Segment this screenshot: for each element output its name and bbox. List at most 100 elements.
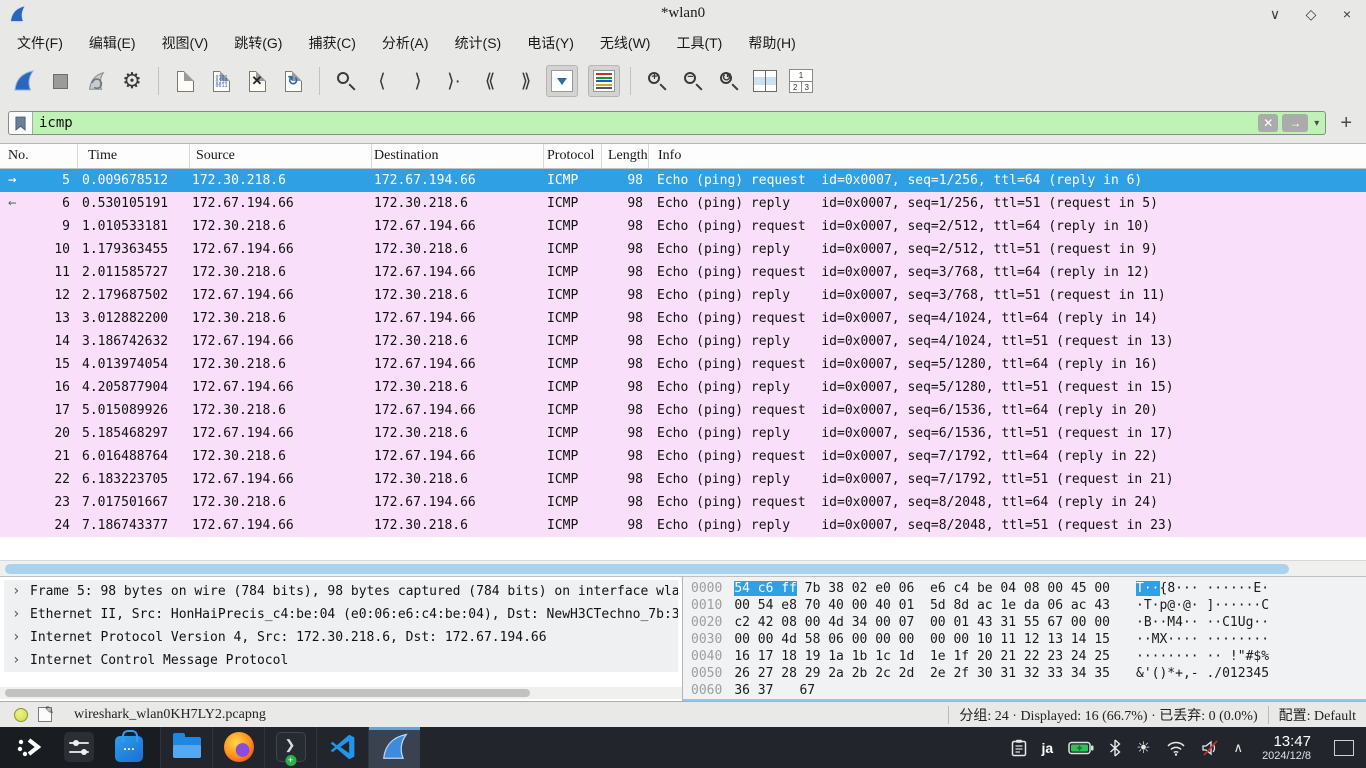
zoom-in-button[interactable]: + [641, 65, 673, 97]
column-info[interactable]: Info [649, 144, 1366, 168]
packet-row[interactable]: 175.015089926172.30.218.6 172.67.194.66I… [0, 399, 1366, 422]
open-file-button[interactable] [169, 65, 201, 97]
start-capture-button[interactable] [8, 65, 40, 97]
menu-item[interactable]: 文件(F) [4, 29, 76, 57]
filter-bookmark-button[interactable] [9, 112, 33, 134]
hex-dump-row[interactable]: 003000 00 4d 58 06 00 00 00 00 00 10 11 … [683, 631, 1366, 648]
packet-row[interactable]: 122.179687502172.67.194.66 172.30.218.6I… [0, 284, 1366, 307]
expand-arrow-icon[interactable]: › [12, 603, 20, 626]
column-no[interactable]: No. [0, 144, 78, 168]
detail-tree-row[interactable]: ›Frame 5: 98 bytes on wire (784 bits), 9… [4, 580, 678, 603]
menu-item[interactable]: 统计(S) [442, 29, 515, 57]
save-file-button[interactable]: 010101100011 [205, 65, 237, 97]
packet-row[interactable]: 112.011585727172.30.218.6 172.67.194.66I… [0, 261, 1366, 284]
go-back-button[interactable]: ⟨ [366, 65, 398, 97]
battery-icon[interactable] [1068, 741, 1094, 755]
column-source[interactable]: Source [190, 144, 372, 168]
display-filter-input[interactable] [33, 112, 1258, 134]
packet-row[interactable]: 133.012882200172.30.218.6 172.67.194.66I… [0, 307, 1366, 330]
vscode-taskbar-item[interactable] [316, 727, 368, 768]
column-destination[interactable]: Destination [372, 144, 544, 168]
minimize-button[interactable]: ∨ [1266, 6, 1284, 23]
column-length[interactable]: Length [602, 144, 649, 168]
packet-row[interactable]: 101.179363455172.67.194.66 172.30.218.6I… [0, 238, 1366, 261]
expert-info-icon[interactable] [14, 708, 28, 722]
hex-dump-row[interactable]: 005026 27 28 29 2a 2b 2c 2d 2e 2f 30 31 … [683, 665, 1366, 682]
wifi-icon[interactable] [1166, 740, 1186, 756]
packet-row[interactable]: 91.010533181172.30.218.6 172.67.194.66IC… [0, 215, 1366, 238]
filter-apply-button[interactable]: → [1282, 114, 1308, 132]
maximize-button[interactable]: ◇ [1302, 6, 1320, 23]
detail-tree-row[interactable]: ›Internet Protocol Version 4, Src: 172.3… [4, 626, 678, 649]
column-protocol[interactable]: Protocol [544, 144, 602, 168]
brightness-icon[interactable]: ☀ [1136, 738, 1150, 758]
clock[interactable]: 13:47 2024/12/8 [1262, 734, 1311, 763]
packet-row[interactable]: 205.185468297172.67.194.66 172.30.218.6I… [0, 422, 1366, 445]
detail-hscroll-thumb[interactable] [5, 689, 530, 697]
filter-clear-button[interactable]: ✕ [1258, 114, 1278, 132]
expand-arrow-icon[interactable]: › [12, 626, 20, 649]
packet-row[interactable]: 247.186743377172.67.194.66 172.30.218.6I… [0, 514, 1366, 537]
hex-dump-row[interactable]: 004016 17 18 19 1a 1b 1c 1d 1e 1f 20 21 … [683, 648, 1366, 665]
menu-item[interactable]: 帮助(H) [735, 29, 808, 57]
file-manager-taskbar-item[interactable] [160, 727, 212, 768]
find-packet-button[interactable] [330, 65, 362, 97]
app-store-icon[interactable]: ··· [115, 736, 143, 762]
menu-item[interactable]: 编辑(E) [76, 29, 149, 57]
filter-add-button[interactable]: + [1334, 112, 1358, 135]
menu-item[interactable]: 工具(T) [663, 29, 735, 57]
stop-capture-button[interactable] [44, 65, 76, 97]
packet-row[interactable]: ← 60.530105191172.67.194.66 172.30.218.6… [0, 192, 1366, 215]
profile-label[interactable]: 配置: Default [1279, 705, 1356, 725]
packet-row[interactable]: 143.186742632172.67.194.66 172.30.218.6I… [0, 330, 1366, 353]
hex-dump-row[interactable]: 006036 3767 [683, 682, 1366, 699]
filter-dropdown-caret[interactable]: ▾ [1314, 118, 1319, 129]
detail-tree-row[interactable]: ›Internet Control Message Protocol [4, 649, 678, 672]
menu-item[interactable]: 分析(A) [369, 29, 442, 57]
packet-row[interactable]: 164.205877904172.67.194.66 172.30.218.6I… [0, 376, 1366, 399]
zoom-out-button[interactable]: − [677, 65, 709, 97]
close-file-button[interactable]: ✕ [241, 65, 273, 97]
capture-options-button[interactable]: ⚙ [116, 65, 148, 97]
close-button[interactable]: × [1338, 6, 1356, 22]
expand-arrow-icon[interactable]: › [12, 580, 20, 603]
packet-list-hscroll-thumb[interactable] [5, 564, 1289, 574]
menu-item[interactable]: 捕获(C) [295, 29, 368, 57]
menu-item[interactable]: 无线(W) [587, 29, 664, 57]
hex-dump-row[interactable]: 0020c2 42 08 00 4d 34 00 07 00 01 43 31 … [683, 614, 1366, 631]
wireshark-taskbar-item[interactable] [368, 727, 420, 768]
packet-row[interactable]: 237.017501667172.30.218.6 172.67.194.66I… [0, 491, 1366, 514]
layout-button[interactable]: 123 [785, 65, 817, 97]
hex-dump-row[interactable]: 001000 54 e8 70 40 00 40 01 5d 8d ac 1e … [683, 597, 1366, 614]
capture-comment-icon[interactable] [38, 707, 52, 722]
auto-scroll-button[interactable] [546, 65, 578, 97]
go-forward-button[interactable]: ⟩ [402, 65, 434, 97]
show-desktop-button[interactable] [1334, 740, 1354, 756]
detail-tree-row[interactable]: ›Ethernet II, Src: HonHaiPrecis_c4:be:04… [4, 603, 678, 626]
zoom-reset-button[interactable]: ↺ [713, 65, 745, 97]
packet-row[interactable]: → 50.009678512172.30.218.6 172.67.194.66… [0, 169, 1366, 192]
tray-expand-chevron[interactable]: ∧ [1234, 740, 1244, 756]
colorize-button[interactable] [588, 65, 620, 97]
clipboard-icon[interactable] [1011, 739, 1027, 757]
last-packet-button[interactable]: ⟫ [510, 65, 542, 97]
expand-arrow-icon[interactable]: › [12, 649, 20, 672]
volume-muted-icon[interactable] [1201, 740, 1219, 756]
restart-capture-button[interactable] [80, 65, 112, 97]
packet-row[interactable]: 216.016488764172.30.218.6 172.67.194.66I… [0, 445, 1366, 468]
settings-icon[interactable] [64, 732, 94, 762]
packet-row[interactable]: 154.013974054172.30.218.6 172.67.194.66I… [0, 353, 1366, 376]
packet-row[interactable]: 226.183223705172.67.194.66 172.30.218.6I… [0, 468, 1366, 491]
go-to-packet-button[interactable]: ⟩· [438, 65, 470, 97]
column-time[interactable]: Time [78, 144, 190, 168]
launcher-icon[interactable] [17, 736, 43, 758]
hex-dump-row[interactable]: 000054 c6 ff 7b 38 02 e0 06 e6 c4 be 04 … [683, 580, 1366, 597]
reload-file-button[interactable]: ↻ [277, 65, 309, 97]
input-method-indicator[interactable]: ja [1042, 740, 1054, 756]
menu-item[interactable]: 跳转(G) [221, 29, 295, 57]
menu-item[interactable]: 电话(Y) [514, 29, 587, 57]
first-packet-button[interactable]: ⟪ [474, 65, 506, 97]
bluetooth-icon[interactable] [1109, 739, 1121, 757]
terminal-taskbar-item[interactable]: ❯+ [264, 727, 316, 768]
firefox-taskbar-item[interactable] [212, 727, 264, 768]
